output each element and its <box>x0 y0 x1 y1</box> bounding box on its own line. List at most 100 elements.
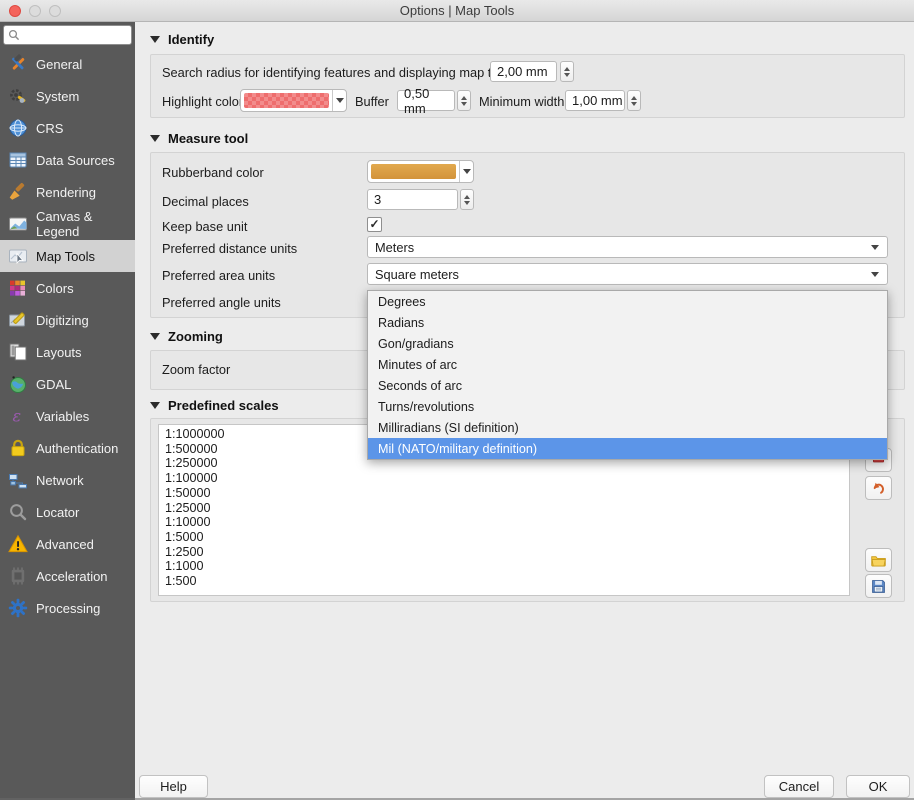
sidebar-item-colors[interactable]: Colors <box>0 272 135 304</box>
close-window-button[interactable] <box>9 5 21 17</box>
help-button[interactable]: Help <box>139 775 208 798</box>
globe-icon <box>7 118 28 138</box>
sidebar-item-general[interactable]: General <box>0 48 135 80</box>
lock-icon <box>7 438 28 458</box>
sidebar-item-label: Colors <box>36 281 74 296</box>
search-radius-stepper[interactable] <box>560 61 574 82</box>
chevron-down-icon[interactable] <box>332 90 346 111</box>
collapse-triangle-icon <box>150 135 160 142</box>
dropdown-option[interactable]: Gon/gradians <box>368 333 887 354</box>
scale-list-item[interactable]: 1:2500 <box>165 545 849 560</box>
collapse-triangle-icon <box>150 36 160 43</box>
gdal-globe-icon <box>7 374 28 394</box>
zoom-window-button[interactable] <box>49 5 61 17</box>
distance-units-label: Preferred distance units <box>162 241 297 256</box>
sidebar-item-crs[interactable]: CRS <box>0 112 135 144</box>
export-scales-button[interactable] <box>865 574 892 598</box>
sidebar-item-network[interactable]: Network <box>0 464 135 496</box>
sidebar-item-map-tools[interactable]: Map Tools <box>0 240 135 272</box>
sidebar-item-label: Network <box>36 473 84 488</box>
dropdown-option[interactable]: Mil (NATO/military definition) <box>368 438 887 459</box>
titlebar: Options | Map Tools <box>0 0 914 22</box>
scale-list-item[interactable]: 1:10000 <box>165 515 849 530</box>
cancel-button[interactable]: Cancel <box>764 775 834 798</box>
minimize-window-button[interactable] <box>29 5 41 17</box>
predefined-scales-section-header[interactable]: Predefined scales <box>150 398 279 413</box>
rubberband-color-swatch <box>371 164 456 179</box>
scale-list-item[interactable]: 1:500 <box>165 574 849 589</box>
sidebar-item-label: Map Tools <box>36 249 95 264</box>
minimum-width-input[interactable]: 1,00 mm <box>565 90 625 111</box>
sidebar-item-acceleration[interactable]: Acceleration <box>0 560 135 592</box>
sidebar-item-rendering[interactable]: Rendering <box>0 176 135 208</box>
sidebar-item-canvas-legend[interactable]: Canvas & Legend <box>0 208 135 240</box>
chevron-down-icon <box>871 245 879 250</box>
scale-list-item[interactable]: 1:50000 <box>165 486 849 501</box>
sidebar-item-locator[interactable]: Locator <box>0 496 135 528</box>
sidebar-item-label: Acceleration <box>36 569 108 584</box>
sidebar-item-authentication[interactable]: Authentication <box>0 432 135 464</box>
identify-section-header[interactable]: Identify <box>150 32 214 47</box>
zooming-section-header[interactable]: Zooming <box>150 329 223 344</box>
keep-base-unit-checkbox[interactable] <box>367 217 382 232</box>
network-icon <box>7 470 28 490</box>
zoom-factor-label: Zoom factor <box>162 362 230 377</box>
decimal-places-input[interactable]: 3 <box>367 189 458 210</box>
sidebar-item-label: Canvas & Legend <box>36 209 135 239</box>
decimal-places-stepper[interactable] <box>460 189 474 210</box>
dropdown-option[interactable]: Degrees <box>368 291 887 312</box>
search-radius-input[interactable]: 2,00 mm <box>490 61 557 82</box>
sidebar-item-processing[interactable]: Processing <box>0 592 135 624</box>
folder-icon <box>870 552 887 569</box>
table-icon <box>7 150 28 170</box>
tools-icon <box>7 54 28 74</box>
options-dialog: Options | Map Tools General System CRS <box>0 0 914 800</box>
sidebar-item-label: Rendering <box>36 185 96 200</box>
restore-default-scales-button[interactable] <box>865 476 892 500</box>
measure-section-header[interactable]: Measure tool <box>150 131 248 146</box>
chevron-down-icon[interactable] <box>459 161 473 182</box>
dropdown-option[interactable]: Seconds of arc <box>368 375 887 396</box>
magnifier-icon <box>7 502 28 522</box>
area-units-label: Preferred area units <box>162 268 275 283</box>
dropdown-option[interactable]: Radians <box>368 312 887 333</box>
buffer-input[interactable]: 0,50 mm <box>397 90 455 111</box>
sidebar-item-gdal[interactable]: GDAL <box>0 368 135 400</box>
area-units-combobox[interactable]: Square meters <box>367 263 888 285</box>
dropdown-option[interactable]: Turns/revolutions <box>368 396 887 417</box>
map-cursor-icon <box>7 246 28 266</box>
scale-list-item[interactable]: 1:100000 <box>165 471 849 486</box>
sidebar-item-digitizing[interactable]: Digitizing <box>0 304 135 336</box>
main-content: Identify Search radius for identifying f… <box>135 22 914 800</box>
zooming-section-title: Zooming <box>168 329 223 344</box>
minimum-width-stepper[interactable] <box>627 90 641 111</box>
sidebar-search-input[interactable] <box>3 25 132 45</box>
collapse-triangle-icon <box>150 402 160 409</box>
collapse-triangle-icon <box>150 333 160 340</box>
scale-list-item[interactable]: 1:25000 <box>165 501 849 516</box>
rubberband-color-button[interactable] <box>367 160 474 183</box>
buffer-stepper[interactable] <box>457 90 471 111</box>
sidebar-item-advanced[interactable]: Advanced <box>0 528 135 560</box>
angle-units-dropdown: DegreesRadiansGon/gradiansMinutes of arc… <box>367 290 888 460</box>
palette-icon <box>7 278 28 298</box>
sidebar-item-system[interactable]: System <box>0 80 135 112</box>
distance-units-combobox[interactable]: Meters <box>367 236 888 258</box>
measure-section-title: Measure tool <box>168 131 248 146</box>
highlight-color-button[interactable] <box>240 89 347 112</box>
scale-list-item[interactable]: 1:5000 <box>165 530 849 545</box>
sidebar-item-label: Variables <box>36 409 89 424</box>
sidebar: General System CRS Data Sources Renderin… <box>0 22 135 800</box>
sidebar-item-variables[interactable]: ε Variables <box>0 400 135 432</box>
dropdown-option[interactable]: Minutes of arc <box>368 354 887 375</box>
ok-button[interactable]: OK <box>846 775 910 798</box>
import-scales-button[interactable] <box>865 548 892 572</box>
scale-list-item[interactable]: 1:1000 <box>165 559 849 574</box>
sidebar-item-label: Authentication <box>36 441 118 456</box>
chevron-down-icon <box>871 272 879 277</box>
svg-text:ε: ε <box>12 407 21 426</box>
sidebar-item-layouts[interactable]: Layouts <box>0 336 135 368</box>
angle-units-label: Preferred angle units <box>162 295 281 310</box>
dropdown-option[interactable]: Milliradians (SI definition) <box>368 417 887 438</box>
sidebar-item-data-sources[interactable]: Data Sources <box>0 144 135 176</box>
